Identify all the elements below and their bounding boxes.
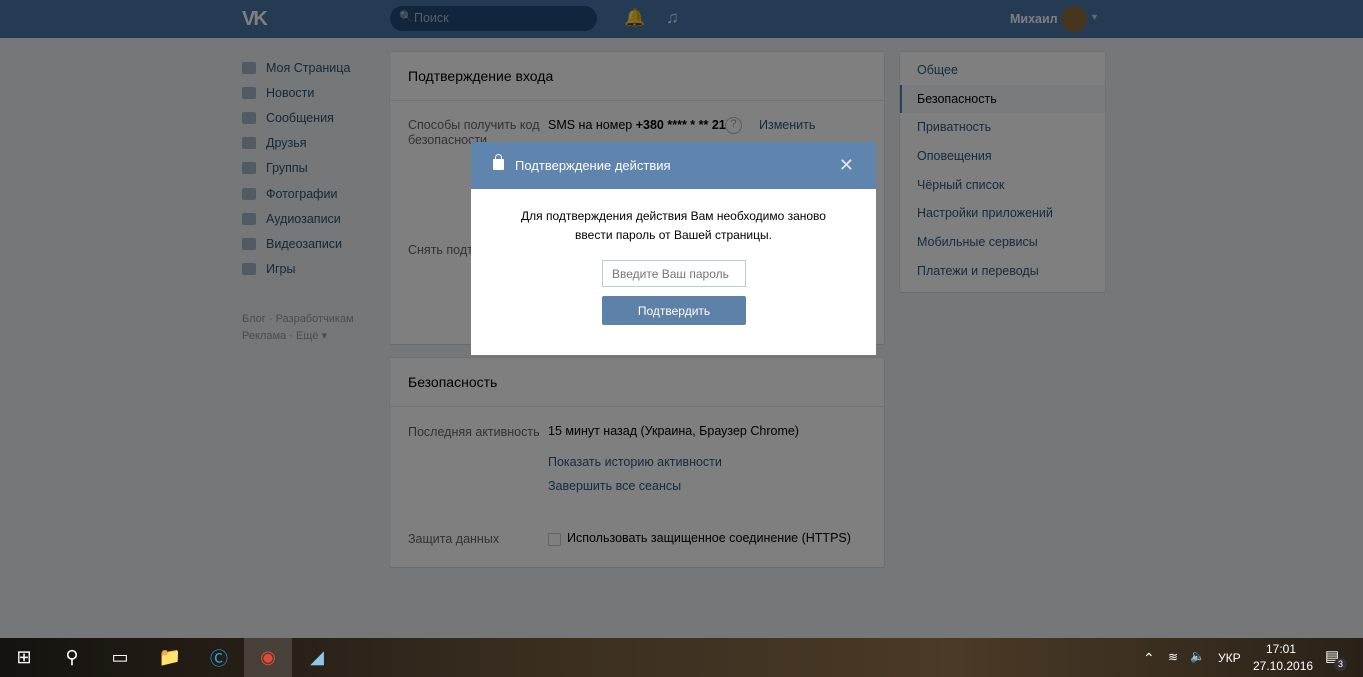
windows-taskbar: ⊞ ⚲ ▭ 📁 Ⓒ ◉ ◢ ⌃ ≋ 🔈 УКР 17:01 27.10.2016… (0, 638, 1363, 677)
notifications-badge: 3 (1334, 658, 1347, 671)
wifi-icon[interactable]: ≋ (1168, 650, 1178, 664)
file-explorer-icon[interactable]: 📁 (146, 638, 194, 677)
password-input[interactable] (602, 260, 746, 287)
confirm-button[interactable]: Подтвердить (602, 296, 746, 325)
clock-date[interactable]: 27.10.2016 (1253, 659, 1313, 673)
app-icon[interactable]: ◢ (293, 638, 341, 677)
windows-start-icon[interactable]: ⊞ (0, 638, 48, 677)
lock-icon (493, 154, 504, 170)
close-icon[interactable]: ✕ (839, 155, 854, 176)
chrome-icon[interactable]: ◉ (244, 638, 292, 677)
language-indicator[interactable]: УКР (1218, 651, 1241, 665)
modal-text: Для подтверждения действия Вам необходим… (521, 209, 826, 242)
modal-title: Подтверждение действия (515, 158, 671, 173)
skype-icon[interactable]: Ⓒ (195, 638, 243, 677)
chevron-up-icon[interactable]: ⌃ (1143, 650, 1155, 667)
clock-time[interactable]: 17:01 (1266, 642, 1296, 656)
task-view-icon[interactable]: ▭ (96, 638, 144, 677)
volume-icon[interactable]: 🔈 (1190, 649, 1205, 663)
search-icon[interactable]: ⚲ (48, 638, 96, 677)
confirm-action-modal: Подтверждение действия ✕ Для подтвержден… (471, 142, 876, 355)
modal-header: Подтверждение действия ✕ (471, 142, 876, 189)
